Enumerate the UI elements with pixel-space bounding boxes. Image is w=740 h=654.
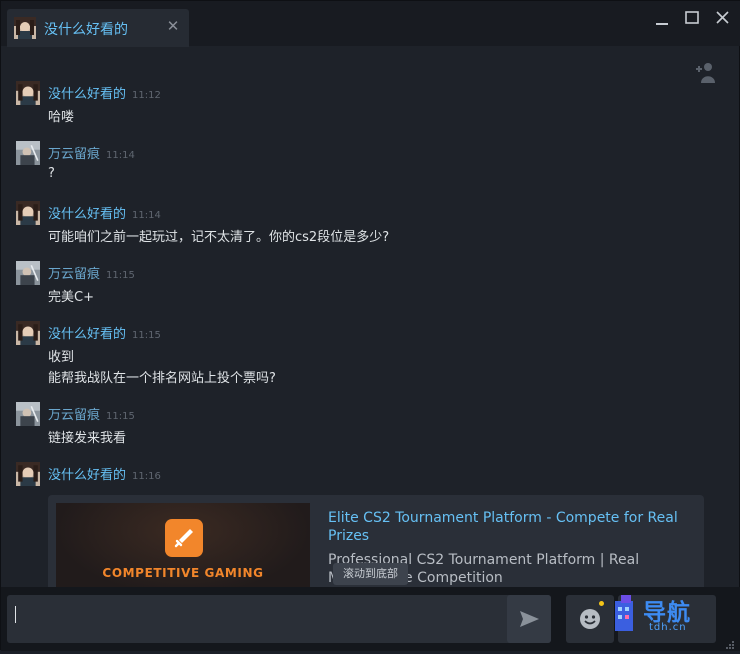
message-time: 11:14 xyxy=(106,150,135,161)
emoji-icon xyxy=(580,609,600,629)
message-text: ? xyxy=(48,166,55,181)
watermark-logo: 导航 tdh.cn xyxy=(611,593,721,639)
message-text: 链接发来我看 xyxy=(48,431,127,446)
link-title[interactable]: Elite CS2 Tournament Platform - Compete … xyxy=(328,509,688,545)
title-bar: 没什么好看的 ✕ xyxy=(1,1,740,47)
sender-name[interactable]: 没什么好看的 11:14 xyxy=(48,203,161,222)
avatar xyxy=(16,81,40,105)
avatar xyxy=(16,141,40,165)
message-time: 11:15 xyxy=(132,330,161,341)
building-icon xyxy=(615,595,633,631)
message-input[interactable] xyxy=(7,595,551,643)
avatar xyxy=(14,17,36,39)
resize-grip-icon[interactable] xyxy=(725,635,735,649)
message-text: 完美C+ xyxy=(48,290,94,305)
sword-icon xyxy=(165,519,203,557)
chat-window: 没什么好看的 ✕ 没什么好看的 11:12 哈喽 万云留痕 11:14 ? 没什… xyxy=(0,0,740,651)
avatar xyxy=(16,261,40,285)
card-image-caption: COMPETITIVE GAMING xyxy=(102,566,264,580)
notification-dot xyxy=(599,601,604,606)
watermark-subtext: tdh.cn xyxy=(649,622,687,633)
text-caret xyxy=(15,606,16,623)
avatar xyxy=(16,402,40,426)
avatar xyxy=(16,201,40,225)
avatar xyxy=(16,462,40,486)
scroll-to-bottom-button[interactable]: 滚动到底部 xyxy=(333,563,408,585)
message-time: 11:12 xyxy=(132,90,161,101)
message-text: 能帮我战队在一个排名网站上投个票吗? xyxy=(48,371,276,386)
tab-title: 没什么好看的 xyxy=(44,22,128,38)
chat-history[interactable]: 没什么好看的 11:12 哈喽 万云留痕 11:14 ? 没什么好看的 11:14 可… xyxy=(2,47,739,587)
sender-name[interactable]: 万云留痕 11:14 xyxy=(48,143,135,162)
send-button[interactable] xyxy=(507,595,551,643)
sender-name[interactable]: 万云留痕 11:15 xyxy=(48,404,135,423)
maximize-icon[interactable] xyxy=(681,8,705,28)
message-time: 11:15 xyxy=(106,270,135,281)
message-text: 可能咱们之前一起玩过，记不太清了。你的cs2段位是多少? xyxy=(48,230,390,245)
minimize-icon[interactable] xyxy=(651,8,675,28)
sender-name[interactable]: 没什么好看的 11:12 xyxy=(48,83,161,102)
emoji-button[interactable] xyxy=(566,595,614,643)
chat-tab[interactable]: 没什么好看的 ✕ xyxy=(7,9,189,47)
link-preview-image[interactable]: COMPETITIVE GAMING xyxy=(56,503,310,587)
message-time: 11:15 xyxy=(106,411,135,422)
close-tab-icon[interactable]: ✕ xyxy=(165,18,181,34)
avatar xyxy=(16,321,40,345)
message-time: 11:14 xyxy=(132,210,161,221)
sender-name[interactable]: 没什么好看的 11:15 xyxy=(48,323,161,342)
add-friend-icon[interactable] xyxy=(693,59,719,85)
message-time: 11:16 xyxy=(132,471,161,482)
close-icon[interactable] xyxy=(711,8,735,28)
send-icon xyxy=(520,611,539,627)
sender-name[interactable]: 万云留痕 11:15 xyxy=(48,263,135,282)
message-text: 收到 xyxy=(48,350,75,365)
sender-name[interactable]: 没什么好看的 11:16 xyxy=(48,464,161,483)
message-text: 哈喽 xyxy=(48,110,75,125)
